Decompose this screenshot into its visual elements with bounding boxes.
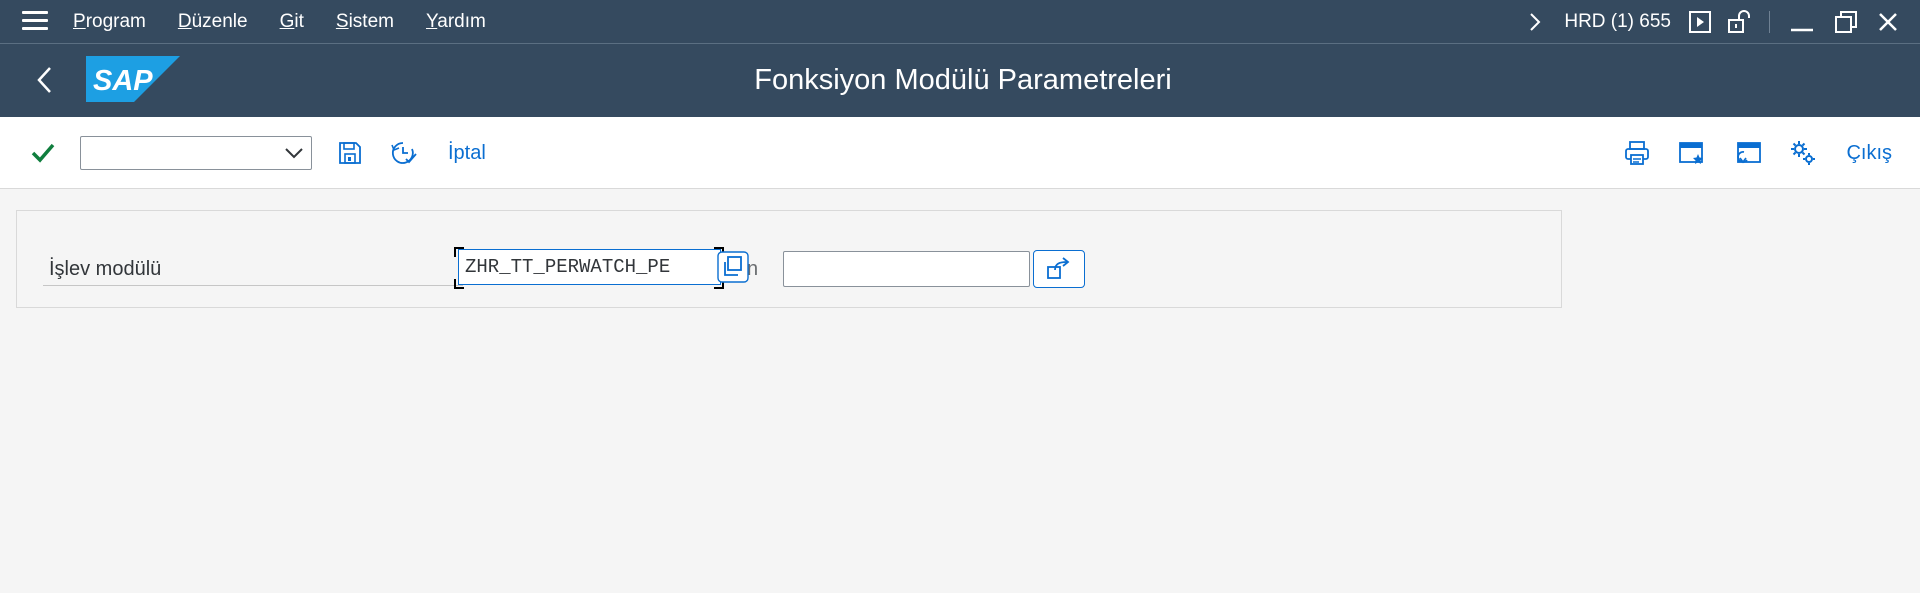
menu-item-label: üzenle: [191, 11, 248, 32]
save-icon[interactable]: [338, 141, 362, 165]
back-arrow-icon[interactable]: [30, 64, 60, 96]
chevron-right-icon[interactable]: [1528, 12, 1542, 32]
menu-item-label: rogram: [85, 11, 146, 32]
title-bar: SAP Fonksiyon Modülü Parametreleri: [0, 44, 1920, 117]
unlock-icon[interactable]: [1727, 10, 1753, 34]
menu-right: HRD (1) 655: [1528, 0, 1920, 44]
menu-item-mnemonic: S: [335, 11, 349, 32]
value-help-icon[interactable]: [717, 251, 749, 283]
execute-button[interactable]: [1033, 250, 1085, 288]
system-info[interactable]: HRD (1) 655: [1564, 11, 1671, 33]
menu-item-edit[interactable]: Düzenle: [178, 11, 248, 33]
sap-logo: SAP: [86, 56, 180, 102]
play-icon[interactable]: [1689, 11, 1711, 33]
menu-item-label: ardım: [437, 11, 486, 32]
menu-item-label: it: [294, 11, 304, 32]
menu-item-mnemonic: D: [177, 11, 192, 32]
toolbar: İptal Çıkış: [0, 117, 1920, 189]
menu-item-mnemonic: G: [279, 11, 295, 32]
history-icon[interactable]: [390, 140, 418, 166]
hamburger-menu-icon[interactable]: [22, 11, 48, 33]
menu-item-help[interactable]: Yardım: [426, 11, 486, 33]
menu-item-mnemonic: Y: [425, 11, 438, 32]
command-field-dropdown[interactable]: [80, 136, 312, 170]
generate-shortcut-icon[interactable]: [1734, 140, 1762, 166]
menu-items: Program Düzenle Git Sistem Yardım: [73, 0, 518, 44]
page-title: Fonksiyon Modülü Parametreleri: [754, 64, 1172, 96]
menu-item-goto[interactable]: Git: [280, 11, 304, 33]
menu-item-system[interactable]: Sistem: [336, 11, 394, 33]
divider: [1769, 11, 1770, 33]
minimize-icon[interactable]: [1790, 10, 1814, 34]
exit-button[interactable]: Çıkış: [1846, 142, 1892, 165]
focus-corner: [454, 279, 464, 289]
menu-item-program[interactable]: Program: [73, 11, 146, 33]
chevron-down-icon[interactable]: [283, 144, 305, 167]
value-input[interactable]: [783, 251, 1030, 287]
new-window-favorite-icon[interactable]: [1678, 140, 1706, 166]
cancel-button[interactable]: İptal: [448, 142, 486, 165]
sap-logo-text: SAP: [93, 65, 153, 97]
parameters-panel: İşlev modülü ZHR_TT_PERWATCH_PE n: [16, 210, 1562, 308]
menu-item-label: istem: [348, 11, 394, 32]
function-module-label: İşlev modülü: [43, 256, 463, 286]
focus-corner: [454, 247, 464, 257]
restore-window-icon[interactable]: [1834, 10, 1858, 34]
external-link-icon: [1045, 256, 1073, 282]
menu-item-mnemonic: P: [73, 11, 86, 32]
close-icon[interactable]: [1878, 12, 1898, 32]
enter-checkmark-icon[interactable]: [30, 142, 56, 164]
menu-bar: Program Düzenle Git Sistem Yardım HRD (1…: [0, 0, 1920, 44]
print-icon[interactable]: [1624, 140, 1650, 166]
settings-gears-icon[interactable]: [1790, 140, 1816, 166]
function-module-input[interactable]: ZHR_TT_PERWATCH_PE: [458, 249, 721, 285]
